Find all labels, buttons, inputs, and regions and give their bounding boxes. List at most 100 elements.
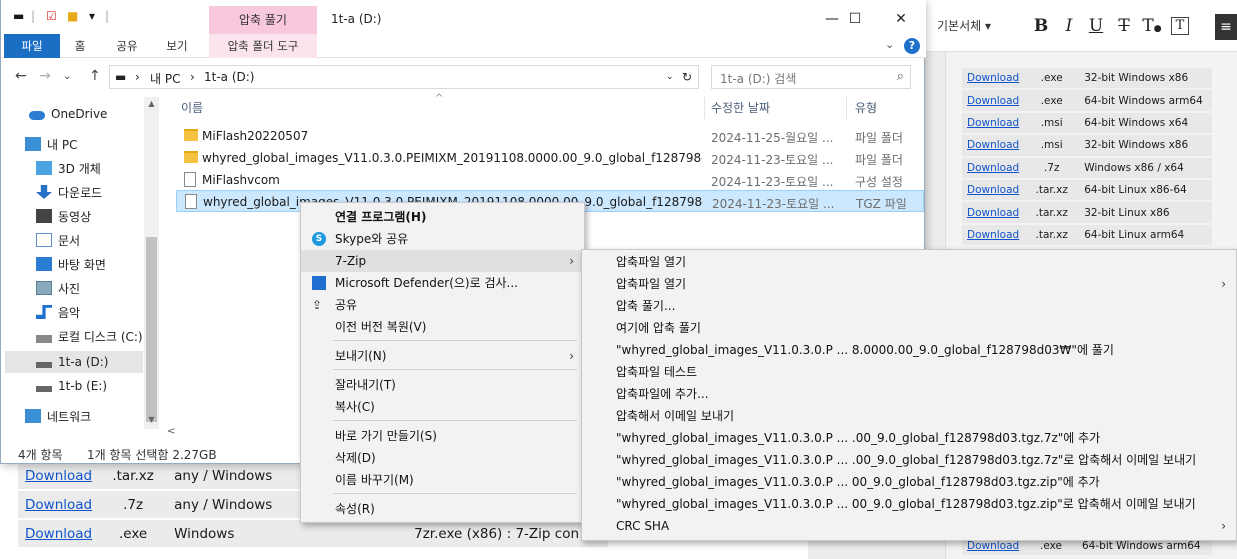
- address-input[interactable]: ▬ › 내 PC › 1t-a (D:) ⌄ ↻: [109, 65, 699, 89]
- up-icon[interactable]: ↑: [89, 68, 101, 84]
- font-select[interactable]: 기본서체 ▾: [937, 17, 991, 34]
- menu-delete[interactable]: 삭제(D): [301, 447, 584, 469]
- submenu-7z-and-email[interactable]: "whyred_global_images_V11.0.3.0.P ... .0…: [582, 449, 1236, 471]
- help-icon[interactable]: ?: [904, 38, 920, 54]
- search-input[interactable]: 1t-a (D:) 검색 ⌕: [711, 65, 911, 89]
- menu-send-to[interactable]: 보내기(N) ›: [301, 345, 584, 367]
- column-type[interactable]: 유형: [855, 97, 877, 119]
- download-link[interactable]: Download: [967, 139, 1019, 151]
- submenu-zip-and-email[interactable]: "whyred_global_images_V11.0.3.0.P ... 00…: [582, 493, 1236, 515]
- text-color-button[interactable]: T●: [1141, 14, 1163, 38]
- nav-item-drive-d[interactable]: 1t-a (D:): [5, 351, 143, 373]
- menu-item-label: 7-Zip: [335, 254, 367, 268]
- file-row[interactable]: MiFlash20220507 2024-11-25-월요일 ... 파일 폴더: [176, 125, 924, 147]
- new-folder-icon[interactable]: ■: [67, 9, 78, 23]
- nav-item-network[interactable]: 네트워크: [25, 406, 91, 428]
- nav-item-downloads[interactable]: 다운로드: [36, 182, 102, 204]
- submenu-extract-files[interactable]: 압축 풀기...: [582, 295, 1236, 317]
- nav-item-this-pc[interactable]: 내 PC: [25, 134, 77, 156]
- nav-scrollbar[interactable]: ▲ ▼: [144, 97, 159, 429]
- download-link[interactable]: Download: [967, 184, 1019, 196]
- text-box-button[interactable]: T: [1171, 17, 1189, 35]
- menu-rename[interactable]: 이름 바꾸기(M): [301, 469, 584, 491]
- nav-item-music[interactable]: 음악: [36, 302, 80, 324]
- underline-button[interactable]: U: [1085, 14, 1107, 38]
- breadcrumb-chevron-icon[interactable]: ›: [135, 70, 140, 84]
- download-link[interactable]: Download: [967, 229, 1019, 241]
- file-ext: .exe: [1040, 540, 1062, 552]
- nav-item-3d-objects[interactable]: 3D 개체: [36, 158, 101, 180]
- close-icon[interactable]: ✕: [878, 6, 924, 32]
- download-link[interactable]: Download: [967, 117, 1019, 129]
- nav-item-documents[interactable]: 문서: [36, 230, 80, 252]
- submenu-crc-sha[interactable]: CRC SHA ›: [582, 515, 1236, 537]
- italic-button[interactable]: I: [1058, 14, 1080, 38]
- download-link[interactable]: Download: [967, 207, 1019, 219]
- menu-share-skype[interactable]: S Skype와 공유: [301, 228, 584, 250]
- download-link[interactable]: Download: [967, 162, 1019, 174]
- menu-properties[interactable]: 속성(R): [301, 498, 584, 520]
- tab-view[interactable]: 보기: [156, 34, 198, 58]
- breadcrumb-pc[interactable]: 내 PC: [150, 70, 180, 87]
- tab-file[interactable]: 파일: [4, 34, 60, 58]
- scroll-down-icon[interactable]: ▼: [144, 415, 159, 424]
- tab-compressed-folder-tools[interactable]: 압축 폴더 도구: [209, 34, 317, 58]
- menu-copy[interactable]: 복사(C): [301, 396, 584, 418]
- submenu-compress-and-email[interactable]: 압축해서 이메일 보내기: [582, 405, 1236, 427]
- file-row[interactable]: MiFlashvcom 2024-11-23-토요일 ... 구성 설정: [176, 169, 924, 191]
- address-dropdown-icon[interactable]: ⌄: [666, 72, 674, 82]
- menu-open-with[interactable]: 연결 프로그램(H): [301, 206, 584, 228]
- tab-home[interactable]: 홈: [63, 34, 97, 58]
- qat-dropdown-icon[interactable]: ▾: [89, 9, 95, 23]
- horizontal-scrollbar[interactable]: <: [163, 426, 313, 441]
- nav-item-pictures[interactable]: 사진: [36, 278, 80, 300]
- nav-item-desktop[interactable]: 바탕 화면: [36, 254, 106, 276]
- column-date[interactable]: 수정한 날짜: [711, 97, 770, 119]
- strikethrough-button[interactable]: T: [1113, 14, 1135, 38]
- scroll-left-icon[interactable]: <: [167, 426, 175, 437]
- menu-create-shortcut[interactable]: 바로 가기 만들기(S): [301, 425, 584, 447]
- nav-item-local-disk-c[interactable]: 로컬 디스크 (C:): [36, 326, 143, 348]
- menu-cut[interactable]: 잘라내기(T): [301, 374, 584, 396]
- download-link[interactable]: Download: [25, 497, 92, 513]
- menu-icon[interactable]: ≡: [1215, 14, 1237, 40]
- download-link[interactable]: Download: [967, 540, 1019, 552]
- properties-icon[interactable]: ☑: [46, 9, 57, 23]
- menu-7zip[interactable]: 7-Zip ›: [301, 250, 584, 272]
- refresh-icon[interactable]: ↻: [682, 70, 692, 84]
- nav-item-onedrive[interactable]: OneDrive: [29, 103, 107, 125]
- bold-button[interactable]: B: [1030, 14, 1052, 38]
- expand-ribbon-icon[interactable]: ⌄: [885, 38, 894, 51]
- scroll-thumb[interactable]: [146, 237, 157, 422]
- file-row[interactable]: whyred_global_images_V11.0.3.0.PEIMIXM_2…: [176, 147, 924, 169]
- maximize-icon[interactable]: ☐: [832, 6, 878, 32]
- menu-share[interactable]: ⇪ 공유: [301, 294, 584, 316]
- submenu-open-archive-more[interactable]: 압축파일 열기 ›: [582, 273, 1236, 295]
- tab-share[interactable]: 공유: [108, 34, 146, 58]
- submenu-test-archive[interactable]: 압축파일 테스트: [582, 361, 1236, 383]
- search-placeholder: 1t-a (D:) 검색: [720, 72, 797, 86]
- recent-dropdown-icon[interactable]: ⌄: [63, 71, 71, 82]
- nav-item-drive-e[interactable]: 1t-b (E:): [36, 375, 107, 397]
- download-link[interactable]: Download: [967, 95, 1019, 107]
- back-icon[interactable]: ←: [15, 68, 27, 84]
- submenu-add-to-archive[interactable]: 압축파일에 추가...: [582, 383, 1236, 405]
- submenu-add-to-zip[interactable]: "whyred_global_images_V11.0.3.0.P ... 00…: [582, 471, 1236, 493]
- submenu-extract-here[interactable]: 여기에 압축 풀기: [582, 317, 1236, 339]
- submenu-add-to-7z[interactable]: "whyred_global_images_V11.0.3.0.P ... .0…: [582, 427, 1236, 449]
- download-link[interactable]: Download: [967, 72, 1019, 84]
- forward-icon[interactable]: →: [39, 68, 51, 84]
- breadcrumb-chevron-icon[interactable]: ›: [190, 70, 195, 84]
- download-link[interactable]: Download: [25, 526, 92, 542]
- breadcrumb-drive[interactable]: 1t-a (D:): [204, 70, 254, 84]
- nav-item-videos[interactable]: 동영상: [36, 206, 91, 228]
- nav-item-label: 1t-a (D:): [58, 355, 109, 369]
- menu-restore-versions[interactable]: 이전 버전 복원(V): [301, 316, 584, 338]
- column-name[interactable]: 이름: [181, 97, 203, 119]
- download-table-right: Download .exe 32-bit Windows x86 Download .e…: [962, 66, 1212, 247]
- menu-defender-scan[interactable]: Microsoft Defender(으)로 검사...: [301, 272, 584, 294]
- scroll-up-icon[interactable]: ▲: [144, 99, 159, 108]
- download-link[interactable]: Download: [25, 468, 92, 484]
- submenu-extract-to-folder[interactable]: "whyred_global_images_V11.0.3.0.P ... 8.…: [582, 339, 1236, 361]
- submenu-open-archive[interactable]: 압축파일 열기: [582, 251, 1236, 273]
